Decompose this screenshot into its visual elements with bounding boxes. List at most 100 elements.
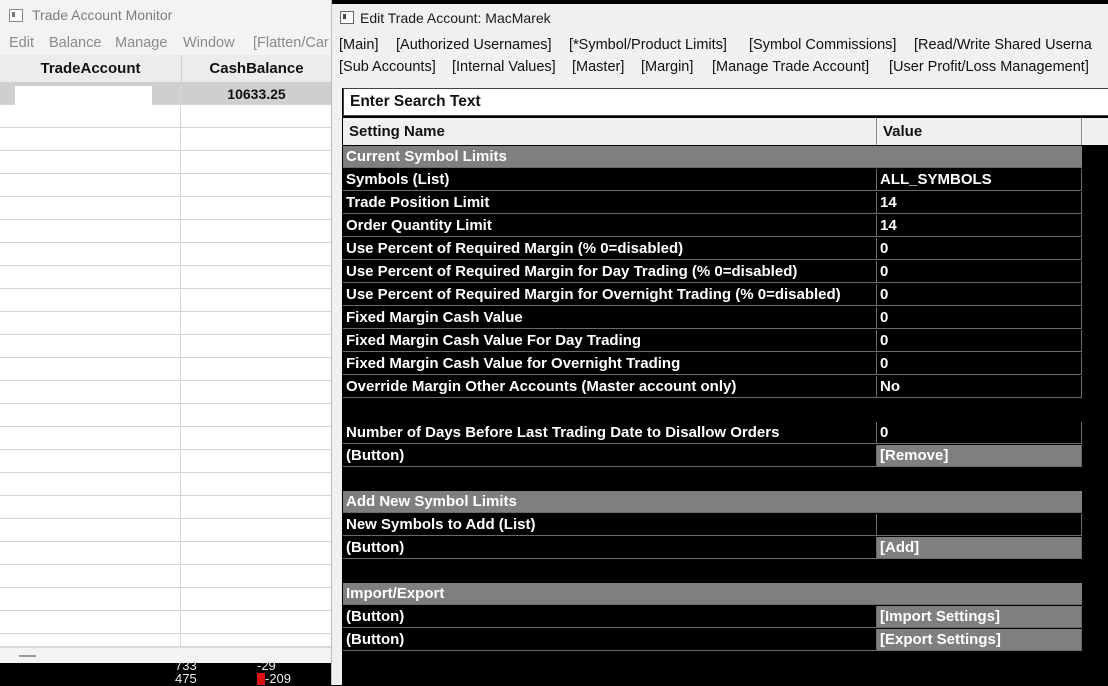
window-title: Trade Account Monitor — [32, 7, 173, 23]
table-row[interactable] — [0, 612, 331, 634]
remove-button[interactable]: [Remove] — [877, 445, 1082, 467]
setting-name: Use Percent of Required Margin for Overn… — [343, 284, 877, 306]
setting-name: Trade Position Limit — [343, 192, 877, 214]
table-row[interactable] — [0, 129, 331, 151]
table-row[interactable] — [0, 451, 331, 473]
menu-edit[interactable]: Edit — [9, 35, 34, 51]
table-row[interactable] — [0, 635, 331, 647]
tab-manage-trade-account[interactable]: [Manage Trade Account] — [712, 59, 869, 75]
accounts-grid: TradeAccount CashBalance 10633.25 — [0, 55, 331, 647]
tab-main[interactable]: [Main] — [339, 37, 379, 53]
menu-manage[interactable]: Manage — [115, 35, 167, 51]
status-bar — [0, 647, 331, 663]
button-row[interactable]: (Button) [Import Settings] — [343, 606, 1108, 629]
setting-name: (Button) — [343, 606, 877, 628]
column-header-tradeaccount[interactable]: TradeAccount — [0, 55, 182, 83]
settings-header: Setting Name Value — [343, 118, 1108, 145]
tab-margin[interactable]: [Margin] — [641, 59, 693, 75]
setting-row[interactable]: Order Quantity Limit 14 — [343, 215, 1108, 238]
window-icon — [9, 9, 23, 22]
title-bar: Trade Account Monitor — [0, 0, 331, 33]
column-header-setting-name[interactable]: Setting Name — [343, 118, 877, 145]
tab-read-write-shared-usernames[interactable]: [Read/Write Shared Userna — [914, 37, 1092, 53]
setting-name: New Symbols to Add (List) — [343, 514, 877, 536]
menu-flatten[interactable]: [Flatten/Car — [253, 35, 329, 51]
table-row[interactable] — [0, 106, 331, 128]
table-row[interactable] — [0, 244, 331, 266]
setting-row[interactable]: Number of Days Before Last Trading Date … — [343, 422, 1108, 445]
setting-value[interactable]: 0 — [877, 284, 1082, 306]
setting-value[interactable]: 0 — [877, 422, 1082, 444]
table-row[interactable] — [0, 290, 331, 312]
table-row[interactable] — [0, 520, 331, 542]
cell-cashbalance: 10633.25 — [227, 86, 286, 102]
table-row[interactable] — [0, 152, 331, 174]
table-row[interactable] — [0, 566, 331, 588]
table-row[interactable] — [0, 474, 331, 496]
export-settings-button[interactable]: [Export Settings] — [877, 629, 1082, 651]
setting-row[interactable]: Fixed Margin Cash Value for Overnight Tr… — [343, 353, 1108, 376]
table-row[interactable] — [0, 313, 331, 335]
tab-user-profit-loss-management[interactable]: [User Profit/Loss Management] — [889, 59, 1089, 75]
table-row[interactable] — [0, 267, 331, 289]
table-row[interactable]: 10633.25 — [0, 83, 331, 105]
table-row[interactable] — [0, 198, 331, 220]
button-row[interactable]: (Button) [Add] — [343, 537, 1108, 560]
setting-value[interactable]: 0 — [877, 353, 1082, 375]
tab-symbol-product-limits[interactable]: [*Symbol/Product Limits] — [569, 37, 727, 53]
setting-value[interactable]: No — [877, 376, 1082, 398]
tab-master[interactable]: [Master] — [572, 59, 624, 75]
menu-window[interactable]: Window — [183, 35, 235, 51]
table-row[interactable] — [0, 336, 331, 358]
table-row[interactable] — [0, 428, 331, 450]
table-row[interactable] — [0, 543, 331, 565]
tab-authorized-usernames[interactable]: [Authorized Usernames] — [396, 37, 552, 53]
section-header: Current Symbol Limits — [343, 146, 1108, 169]
table-row[interactable] — [0, 359, 331, 381]
table-row[interactable] — [0, 175, 331, 197]
search-box[interactable] — [343, 88, 1108, 116]
setting-row[interactable]: Trade Position Limit 14 — [343, 192, 1108, 215]
menu-balance[interactable]: Balance — [49, 35, 101, 51]
background-value: -209 — [265, 671, 292, 686]
settings-panel: Setting Name Value Current Symbol Limits… — [342, 88, 1108, 685]
account-edit-field[interactable] — [15, 86, 152, 105]
setting-row[interactable]: Fixed Margin Cash Value For Day Trading 0 — [343, 330, 1108, 353]
add-button[interactable]: [Add] — [877, 537, 1082, 559]
setting-row[interactable]: New Symbols to Add (List) — [343, 514, 1108, 537]
setting-value[interactable]: ALL_SYMBOLS — [877, 169, 1082, 191]
table-row[interactable] — [0, 589, 331, 611]
setting-row[interactable]: Fixed Margin Cash Value 0 — [343, 307, 1108, 330]
setting-value[interactable]: 14 — [877, 215, 1082, 237]
import-settings-button[interactable]: [Import Settings] — [877, 606, 1082, 628]
table-row[interactable] — [0, 382, 331, 404]
section-header: Add New Symbol Limits — [343, 491, 1108, 514]
new-symbols-input[interactable] — [877, 514, 1082, 536]
tab-internal-values[interactable]: [Internal Values] — [452, 59, 556, 75]
setting-value[interactable]: 0 — [877, 307, 1082, 329]
tab-sub-accounts[interactable]: [Sub Accounts] — [339, 59, 436, 75]
button-row[interactable]: (Button) [Remove] — [343, 445, 1108, 468]
table-row[interactable] — [0, 497, 331, 519]
setting-value[interactable]: 0 — [877, 238, 1082, 260]
setting-value[interactable]: 0 — [877, 261, 1082, 283]
tab-symbol-commissions[interactable]: [Symbol Commissions] — [749, 37, 896, 53]
setting-name: (Button) — [343, 629, 877, 651]
setting-row[interactable]: Use Percent of Required Margin for Day T… — [343, 261, 1108, 284]
setting-row[interactable]: Use Percent of Required Margin (% 0=disa… — [343, 238, 1108, 261]
setting-row[interactable]: Use Percent of Required Margin for Overn… — [343, 284, 1108, 307]
column-header-cashbalance[interactable]: CashBalance — [182, 55, 331, 83]
setting-value[interactable]: 0 — [877, 330, 1082, 352]
search-input[interactable] — [350, 92, 1090, 112]
background-value: 475 — [175, 671, 197, 686]
column-header-value[interactable]: Value — [877, 118, 1082, 145]
button-row[interactable]: (Button) [Export Settings] — [343, 629, 1108, 652]
setting-row[interactable]: Override Margin Other Accounts (Master a… — [343, 376, 1108, 399]
table-row[interactable] — [0, 221, 331, 243]
setting-value[interactable]: 14 — [877, 192, 1082, 214]
setting-row[interactable]: Symbols (List) ALL_SYMBOLS — [343, 169, 1108, 192]
title-bar: Edit Trade Account: MacMarek — [332, 4, 1108, 32]
table-row[interactable] — [0, 405, 331, 427]
edit-trade-account-window: Edit Trade Account: MacMarek [Main] [Aut… — [331, 4, 1108, 685]
cell-tradeaccount[interactable] — [0, 83, 181, 105]
